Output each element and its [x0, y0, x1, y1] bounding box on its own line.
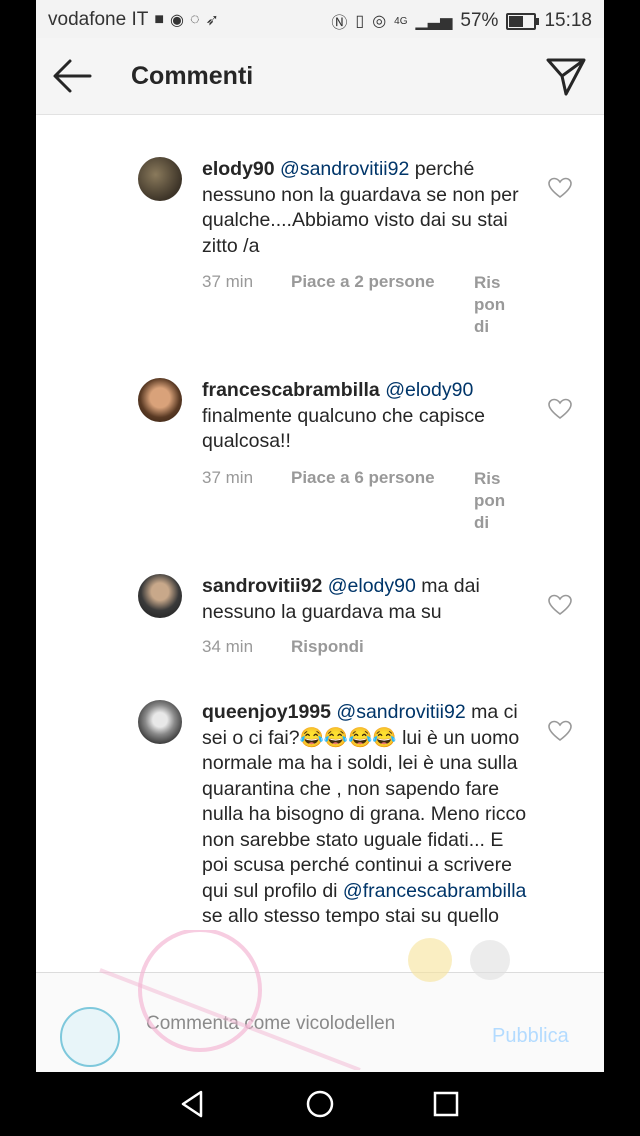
- heart-icon[interactable]: [548, 594, 572, 616]
- chrome-icon: ◉: [170, 12, 184, 29]
- arrow-left-icon[interactable]: [50, 56, 94, 96]
- comment-composer: Pubblica: [36, 972, 604, 1073]
- video-icon: ■: [154, 11, 165, 28]
- comment-likes[interactable]: Piace a 2 persone: [291, 272, 435, 292]
- header-bar: Commenti: [36, 38, 604, 115]
- comment-message: ma ci sei o ci fai?😂😂😂😂 lui è un uomo no…: [202, 701, 527, 902]
- reply-button[interactable]: Rispondi: [291, 637, 364, 657]
- vibrate-icon: ▯: [355, 13, 365, 30]
- network-type: 4G: [394, 15, 408, 27]
- heart-icon[interactable]: [548, 177, 572, 199]
- comment-username[interactable]: sandrovitii92: [202, 575, 322, 597]
- nfc-icon: Ⓝ: [331, 15, 348, 32]
- avatar[interactable]: [138, 378, 182, 422]
- comment-mention[interactable]: @sandrovitii92: [336, 701, 465, 723]
- system-nav-bar: [0, 1072, 640, 1136]
- reply-button[interactable]: Rispondi: [474, 468, 508, 534]
- status-right: Ⓝ ▯ ◎ 4G ▁▃▅ 57% 15:18: [331, 9, 592, 33]
- page-title: Commenti: [131, 62, 254, 90]
- signal-icon: ▁▃▅: [415, 13, 453, 30]
- nav-recents-icon[interactable]: [428, 1086, 464, 1122]
- status-left: vodafone IT ■ ◉ ◌ ➶: [48, 9, 219, 31]
- comment-mention[interactable]: @elody90: [385, 379, 473, 401]
- direct-send-icon[interactable]: [544, 54, 588, 98]
- battery-icon: [506, 12, 540, 30]
- nav-back-icon[interactable]: [175, 1086, 211, 1122]
- clock: 15:18: [544, 10, 592, 31]
- comments-list[interactable]: elody90 @sandrovitii92 perché nessuno no…: [36, 115, 604, 972]
- heart-icon[interactable]: [548, 398, 572, 420]
- comment-time: 34 min: [202, 637, 254, 656]
- comment-username[interactable]: elody90: [202, 158, 275, 180]
- avatar[interactable]: [138, 574, 182, 618]
- comment-time: 37 min: [202, 272, 254, 291]
- comment-text: queenjoy1995 @sandrovitii92 ma ci sei o …: [202, 700, 532, 930]
- comment-input[interactable]: [144, 1001, 398, 1047]
- comment-mention[interactable]: @francescabrambilla: [343, 880, 526, 902]
- comment-mention[interactable]: @elody90: [328, 575, 416, 597]
- comment-text: sandrovitii92 @elody90 ma dai nessuno la…: [202, 574, 532, 625]
- status-bar: vodafone IT ■ ◉ ◌ ➶ Ⓝ ▯ ◎ 4G ▁▃▅ 57% 15:…: [36, 0, 604, 38]
- publish-button[interactable]: Pubblica: [492, 1025, 569, 1048]
- comment-username[interactable]: francescabrambilla: [202, 379, 380, 401]
- reply-button[interactable]: Rispondi: [474, 272, 508, 338]
- battery-percent: 57%: [460, 10, 499, 31]
- comment-time: 37 min: [202, 468, 254, 487]
- comment-message: finalmente qualcuno che capisce qualcosa…: [202, 404, 485, 453]
- comment-mention[interactable]: @sandrovitii92: [280, 158, 409, 180]
- phone-screen: vodafone IT ■ ◉ ◌ ➶ Ⓝ ▯ ◎ 4G ▁▃▅ 57% 15:…: [36, 0, 604, 1136]
- avatar: [60, 1007, 120, 1067]
- comment-message: se allo stesso tempo stai su quello: [202, 905, 499, 927]
- carrier-label: vodafone IT: [48, 9, 149, 30]
- eye-icon: ◎: [372, 13, 387, 30]
- avatar[interactable]: [138, 157, 182, 201]
- comment-username[interactable]: queenjoy1995: [202, 701, 331, 723]
- whatsapp-icon: ◌: [189, 11, 200, 28]
- heart-icon[interactable]: [548, 720, 572, 742]
- comment-text: francescabrambilla @elody90 finalmente q…: [202, 378, 532, 455]
- avatar[interactable]: [138, 700, 182, 744]
- comment-text: elody90 @sandrovitii92 perché nessuno no…: [202, 157, 532, 259]
- navigation-icon: ➶: [205, 12, 219, 29]
- nav-home-icon[interactable]: [302, 1086, 338, 1122]
- comment-likes[interactable]: Piace a 6 persone: [291, 468, 435, 488]
